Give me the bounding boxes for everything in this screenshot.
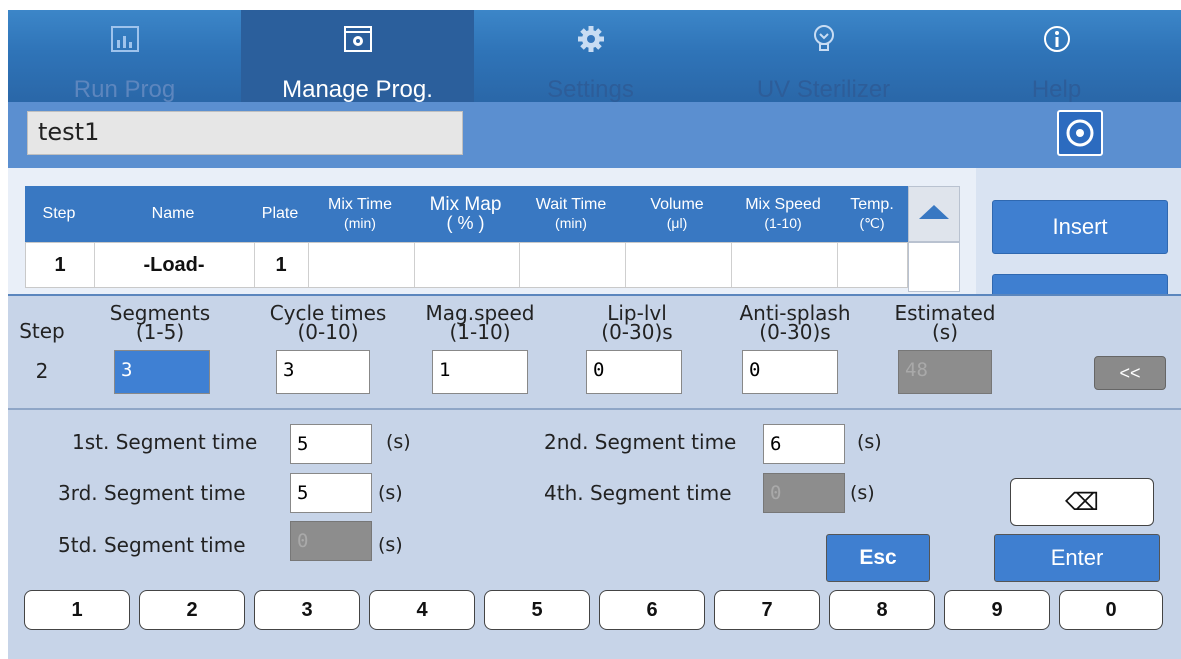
key-6[interactable]: 6 xyxy=(599,590,705,630)
chart-icon xyxy=(8,24,241,54)
lip-lvl-input[interactable]: 0 xyxy=(586,350,682,394)
cycle-times-label: Cycle times (0-10) xyxy=(269,301,387,344)
key-5[interactable]: 5 xyxy=(484,590,590,630)
disk-icon xyxy=(1066,119,1094,147)
mag-speed-input[interactable]: 1 xyxy=(432,350,528,394)
anti-splash-label: Anti-splash (0-30)s xyxy=(739,301,851,344)
cycle-times-input[interactable]: 3 xyxy=(276,350,370,394)
key-9[interactable]: 9 xyxy=(944,590,1050,630)
scroll-up-button[interactable] xyxy=(908,186,960,242)
bulb-icon xyxy=(707,24,940,54)
segment-2-unit: (s) xyxy=(857,431,882,453)
col-temp: Temp. (℃) xyxy=(850,196,894,231)
collapse-button[interactable]: << xyxy=(1094,356,1166,390)
segment-4-input: 0 xyxy=(763,473,845,513)
key-4[interactable]: 4 xyxy=(369,590,475,630)
program-name-field[interactable]: test1 xyxy=(27,111,463,155)
tab-label: Settings xyxy=(547,76,634,103)
tab-label: UV Sterilizer xyxy=(756,76,891,103)
estimated-display: 48 xyxy=(898,350,992,394)
tab-help[interactable]: Help xyxy=(940,10,1173,103)
side-button-partial[interactable] xyxy=(992,274,1168,294)
segment-4-label: 4th. Segment time xyxy=(544,481,732,505)
cell-temp xyxy=(837,243,908,287)
cell-step: 1 xyxy=(26,243,95,287)
segment-4-unit: (s) xyxy=(850,482,875,504)
mag-speed-label: Mag.speed (1-10) xyxy=(425,301,535,344)
segment-1-label: 1st. Segment time xyxy=(72,430,258,454)
tab-settings[interactable]: Settings xyxy=(474,10,707,103)
col-mix-map: Mix Map( % ) xyxy=(429,194,502,233)
segments-input[interactable]: 3 xyxy=(114,350,210,394)
step-label: Step xyxy=(19,319,65,343)
esc-button[interactable]: Esc xyxy=(826,534,930,582)
cell-mix-time xyxy=(308,243,415,287)
estimated-label: Estimated (s) xyxy=(894,301,996,344)
key-1[interactable]: 1 xyxy=(24,590,130,630)
lip-lvl-label: Lip-lvl (0-30)s xyxy=(601,301,673,344)
cell-mix-map xyxy=(414,243,520,287)
col-plate: Plate xyxy=(261,205,299,222)
save-button[interactable] xyxy=(1057,110,1103,156)
anti-splash-input[interactable]: 0 xyxy=(742,350,838,394)
tab-label: Manage Prog. xyxy=(282,76,433,103)
scrollbar-track[interactable] xyxy=(908,242,960,292)
cell-plate: 1 xyxy=(254,243,309,287)
segment-3-unit: (s) xyxy=(378,482,403,504)
segment-2-input[interactable]: 6 xyxy=(763,424,845,464)
cell-mix-speed xyxy=(731,243,838,287)
backspace-icon: ⌫ xyxy=(1065,488,1099,516)
segment-5-input: 0 xyxy=(290,521,372,561)
tab-manage-prog[interactable]: Manage Prog. xyxy=(241,10,474,103)
cell-volume xyxy=(625,243,732,287)
segment-3-input[interactable]: 5 xyxy=(290,473,372,513)
manage-icon xyxy=(241,24,474,54)
segment-1-unit: (s) xyxy=(386,431,411,453)
cell-name: -Load- xyxy=(94,243,255,287)
segment-5-label: 5td. Segment time xyxy=(58,533,246,557)
table-row[interactable]: 1 -Load- 1 xyxy=(25,242,908,288)
tab-label: Run Prog xyxy=(73,76,176,103)
info-icon xyxy=(940,24,1173,54)
col-volume: Volume (μl) xyxy=(650,196,704,231)
step-number: 2 xyxy=(35,359,49,383)
table-header: Step Name Plate Mix Time (min) Mix Map( %… xyxy=(25,186,908,242)
gear-icon xyxy=(474,24,707,54)
key-3[interactable]: 3 xyxy=(254,590,360,630)
cell-wait-time xyxy=(519,243,626,287)
col-step: Step xyxy=(42,205,76,222)
segments-label: Segments (1-5) xyxy=(109,301,211,344)
segment-5-unit: (s) xyxy=(378,534,403,556)
tab-run-prog[interactable]: Run Prog xyxy=(8,10,241,103)
key-7[interactable]: 7 xyxy=(714,590,820,630)
step-settings-panel: Step 2 Segments (1-5) 3 Cycle times (0-10)… xyxy=(8,294,1181,410)
segment-1-input[interactable]: 5 xyxy=(290,424,372,464)
top-nav: Run Prog Manage Prog. Settings UV Steril… xyxy=(8,10,1181,103)
backspace-button[interactable]: ⌫ xyxy=(1010,478,1154,526)
key-2[interactable]: 2 xyxy=(139,590,245,630)
segment-2-label: 2nd. Segment time xyxy=(544,430,737,454)
enter-button[interactable]: Enter xyxy=(994,534,1160,582)
tab-label: Help xyxy=(1031,76,1082,103)
insert-button[interactable]: Insert xyxy=(992,200,1168,254)
segment-3-label: 3rd. Segment time xyxy=(58,481,246,505)
col-name: Name xyxy=(151,205,195,222)
col-mix-time: Mix Time (min) xyxy=(328,196,392,231)
col-wait-time: Wait Time (min) xyxy=(535,196,607,231)
tab-uv-sterilizer[interactable]: UV Sterilizer xyxy=(707,10,940,103)
col-mix-speed: Mix Speed (1-10) xyxy=(745,196,821,231)
key-0[interactable]: 0 xyxy=(1059,590,1163,630)
triangle-up-icon xyxy=(919,205,949,219)
key-8[interactable]: 8 xyxy=(829,590,935,630)
